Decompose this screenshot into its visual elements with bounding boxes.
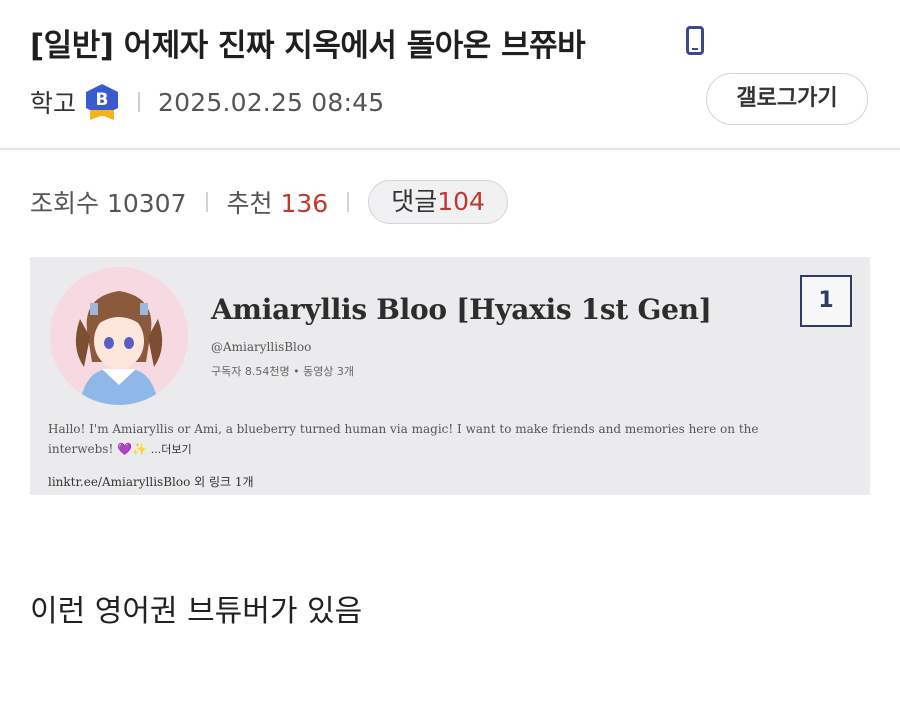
user-badge-icon: B	[86, 84, 119, 120]
comments-button[interactable]: 댓글104	[368, 180, 508, 224]
channel-name: Amiaryllis Bloo [Hyaxis 1st Gen]	[211, 293, 712, 326]
post-body-text: 이런 영어권 브튜버가 있음	[30, 594, 363, 629]
channel-link: linktr.ee/AmiaryllisBloo 외 링크 1개	[48, 475, 254, 489]
stats-divider	[205, 192, 208, 212]
badge-ribbon	[90, 110, 115, 120]
channel-handle: @AmiaryllisBloo	[211, 340, 312, 354]
gallog-button[interactable]: 갤로그가기	[706, 73, 868, 125]
comments-count: 104	[437, 187, 485, 216]
channel-subscribers: 구독자 8.54천명 • 동영상 3개	[211, 365, 355, 378]
comments-label: 댓글	[391, 187, 438, 216]
post-header: [일반] 어제자 진짜 지옥에서 돌아온 브쮸바 학고 B 2025.02.25…	[0, 0, 900, 148]
post-meta: 학고 B 2025.02.25 08:45	[30, 84, 384, 120]
channel-screenshot: Amiaryllis Bloo [Hyaxis 1st Gen] @Amiary…	[30, 257, 870, 495]
post-date: 2025.02.25 08:45	[158, 87, 385, 117]
views-count: 10307	[106, 189, 187, 218]
channel-avatar	[50, 267, 188, 405]
views-label: 조회수	[30, 189, 100, 218]
recommend-stat: 추천 136	[227, 184, 329, 220]
rank-box: 1	[800, 275, 852, 327]
meta-divider	[138, 92, 141, 112]
avatar-illustration	[50, 267, 188, 405]
description-more: ...더보기	[150, 443, 192, 456]
post-stats: 조회수 10307 추천 136 댓글104	[30, 180, 508, 224]
post-title: [일반] 어제자 진짜 지옥에서 돌아온 브쮸바	[30, 28, 586, 64]
recommend-count: 136	[280, 189, 329, 218]
views-stat: 조회수 10307	[30, 184, 187, 220]
stats-divider	[347, 192, 350, 212]
recommend-label: 추천	[226, 189, 273, 218]
header-divider	[0, 148, 900, 150]
mobile-icon	[686, 26, 704, 55]
channel-description: Hallo! I'm Amiaryllis or Ami, a blueberr…	[48, 419, 778, 460]
author-name[interactable]: 학고	[30, 84, 76, 120]
